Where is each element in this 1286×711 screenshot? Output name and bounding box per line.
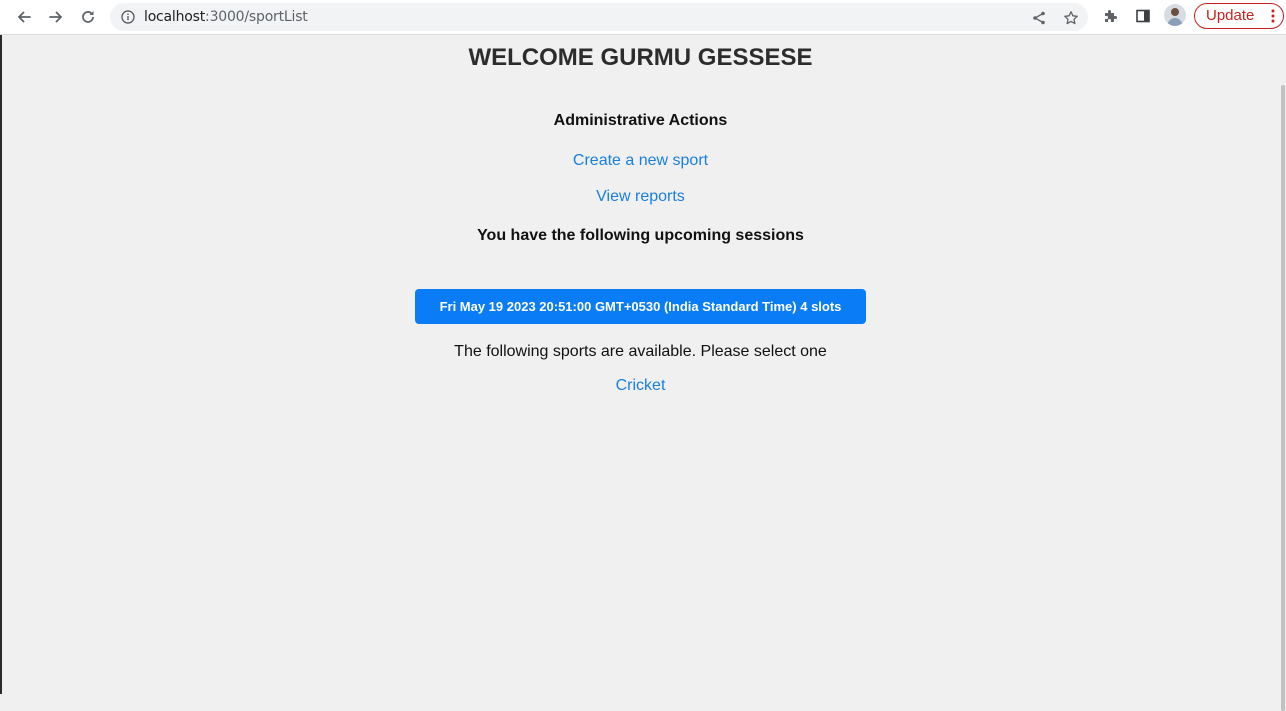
create-sport-link[interactable]: Create a new sport (573, 152, 708, 169)
arrow-right-icon (49, 11, 63, 23)
page-scrollbar[interactable] (1280, 35, 1286, 711)
share-icon[interactable] (1029, 8, 1049, 28)
bookmark-star-icon[interactable] (1061, 8, 1081, 28)
side-panel-icon[interactable] (1132, 5, 1154, 27)
view-reports-link[interactable]: View reports (596, 188, 685, 205)
sport-list-item: Cricket (0, 377, 1281, 395)
browser-toolbar: localhost:3000/sportList Update (0, 0, 1286, 35)
arrow-left-icon (17, 11, 31, 23)
update-label: Update (1206, 7, 1255, 24)
sports-prompt: The following sports are available. Plea… (454, 343, 827, 360)
sport-link-cricket[interactable]: Cricket (616, 377, 666, 394)
session-button[interactable]: Fri May 19 2023 20:51:00 GMT+0530 (India… (415, 289, 866, 324)
reload-icon (82, 11, 94, 23)
welcome-heading: WELCOME GURMU GESSESE (468, 44, 813, 71)
reload-button[interactable] (75, 4, 101, 30)
info-icon[interactable] (120, 9, 136, 30)
avatar-person-icon (1167, 8, 1183, 26)
extensions-puzzle-icon[interactable] (1100, 5, 1122, 27)
back-button[interactable] (11, 4, 37, 30)
url-text[interactable]: localhost:3000/sportList (144, 9, 308, 25)
update-button[interactable]: Update (1194, 3, 1284, 29)
view-reports-link-row: View reports (0, 188, 1281, 206)
upcoming-sessions-heading: You have the following upcoming sessions (477, 227, 804, 244)
url-host: localhost (144, 9, 206, 25)
admin-actions-heading: Administrative Actions (553, 112, 728, 129)
create-sport-link-row: Create a new sport (0, 152, 1281, 170)
window-edge (0, 35, 2, 694)
forward-button[interactable] (43, 4, 69, 30)
profile-avatar[interactable] (1164, 4, 1186, 26)
url-path: :3000/sportList (205, 9, 308, 25)
address-bar[interactable]: localhost:3000/sportList (110, 3, 1088, 31)
more-vertical-icon (1271, 9, 1275, 23)
scrollbar-thumb[interactable] (1281, 85, 1285, 711)
